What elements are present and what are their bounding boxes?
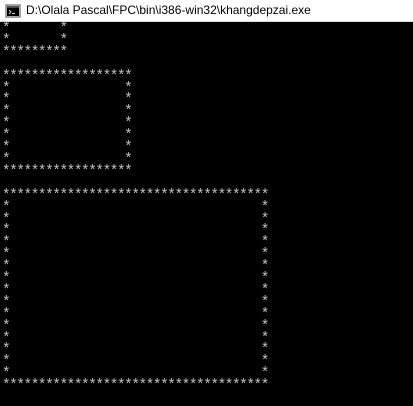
title-bar[interactable]: D:\Olala Pascal\FPC\bin\i386-win32\khang… [0, 0, 413, 22]
window-title: D:\Olala Pascal\FPC\bin\i386-win32\khang… [26, 3, 311, 17]
console-area[interactable]: * * * * ********* ****************** * *… [0, 22, 413, 406]
console-app-icon [5, 3, 21, 19]
console-window: D:\Olala Pascal\FPC\bin\i386-win32\khang… [0, 0, 413, 406]
console-output-text: * * * * ********* ****************** * *… [2, 22, 269, 395]
